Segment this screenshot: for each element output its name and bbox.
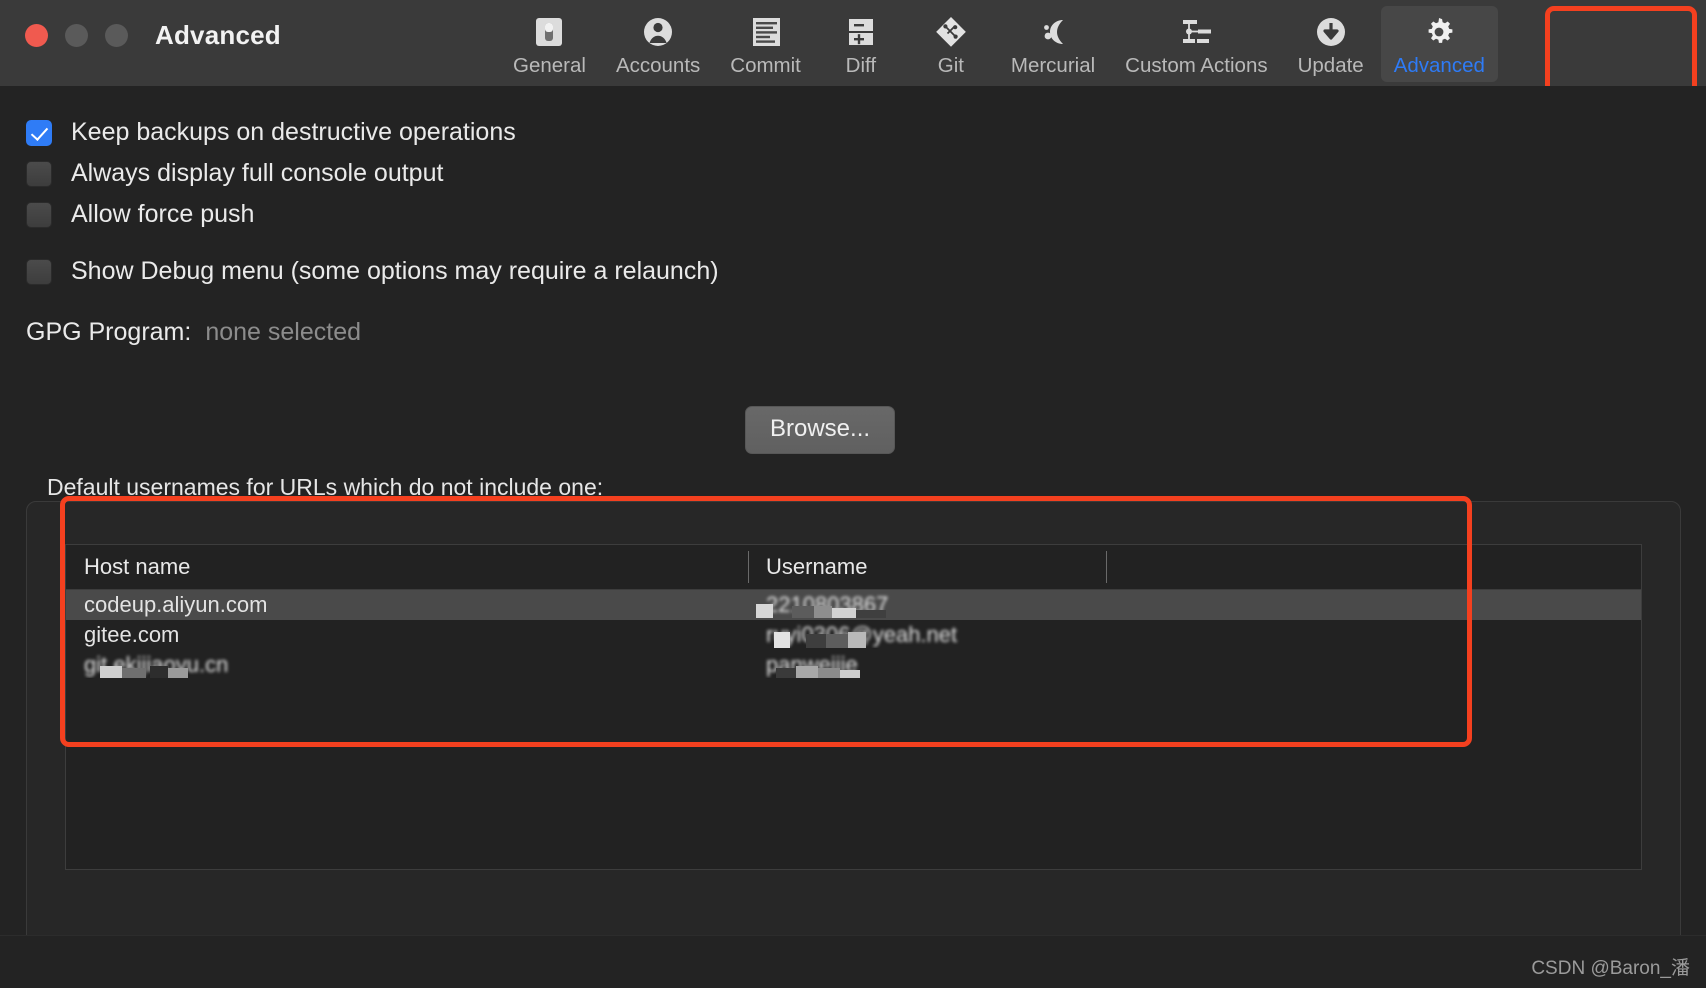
tab-mercurial[interactable]: Mercurial <box>998 6 1108 82</box>
tab-update-label: Update <box>1297 54 1364 77</box>
tab-general[interactable]: General <box>500 6 599 82</box>
tab-update[interactable]: Update <box>1285 6 1377 82</box>
tab-general-label: General <box>513 54 586 77</box>
checkbox-show-debug-menu[interactable]: Show Debug menu (some options may requir… <box>26 257 719 286</box>
tab-accounts[interactable]: Accounts <box>603 6 713 82</box>
column-header-username[interactable]: Username <box>748 545 1106 589</box>
cell-host-name-text: git.ekijiaoyu.cn <box>84 652 229 677</box>
checkbox-keep-backups[interactable]: Keep backups on destructive operations <box>26 118 516 147</box>
table-row[interactable]: codeup.aliyun.com 2210803867 <box>66 590 1641 620</box>
column-header-extra[interactable] <box>1106 545 1641 589</box>
git-icon <box>933 12 969 52</box>
usernames-panel: Host name Username codeup.aliyun.com 221… <box>26 501 1681 956</box>
close-window-button[interactable] <box>25 24 48 47</box>
checkbox-allow-force-push[interactable]: Allow force push <box>26 200 254 229</box>
tab-diff[interactable]: Diff <box>818 6 904 82</box>
checkbox-box[interactable] <box>26 160 52 187</box>
commit-icon <box>749 12 783 52</box>
usernames-caption: Default usernames for URLs which do not … <box>47 474 604 500</box>
table-row[interactable]: gitee.com ruyi0306@yeah.net <box>66 620 1641 650</box>
cell-username-text: 2210803867 <box>766 592 889 617</box>
gear-icon <box>1422 12 1456 52</box>
tab-commit-label: Commit <box>730 54 801 77</box>
checkbox-label: Allow force push <box>71 200 255 228</box>
browse-button[interactable]: Browse... <box>745 406 896 454</box>
tab-diff-label: Diff <box>845 54 877 77</box>
tab-accounts-label: Accounts <box>615 54 701 77</box>
cell-username-text: panweijie <box>766 652 858 677</box>
tab-mercurial-label: Mercurial <box>1010 54 1096 77</box>
tab-custom-actions[interactable]: Custom Actions <box>1112 6 1280 82</box>
checkbox-box[interactable] <box>26 258 52 285</box>
general-icon <box>532 12 566 52</box>
diff-icon <box>844 12 878 52</box>
window-titlebar: Advanced General Accounts Commit Diff Gi… <box>0 0 1706 103</box>
minimize-window-button[interactable] <box>65 24 88 47</box>
tab-advanced[interactable]: Advanced <box>1380 6 1498 82</box>
preferences-window: Advanced General Accounts Commit Diff Gi… <box>0 0 1706 988</box>
cell-host-name: codeup.aliyun.com <box>84 592 268 617</box>
tab-commit[interactable]: Commit <box>717 6 814 82</box>
update-icon <box>1314 12 1348 52</box>
watermark: CSDN @Baron_潘 <box>1531 958 1690 979</box>
tab-custom-actions-label: Custom Actions <box>1125 54 1268 77</box>
checkbox-always-display-console[interactable]: Always display full console output <box>26 159 443 188</box>
window-title: Advanced <box>155 20 281 50</box>
cell-host-name: git.ekijiaoyu.cn <box>66 652 748 678</box>
cell-username-text: ruyi0306@yeah.net <box>766 622 958 647</box>
custom-actions-icon <box>1178 12 1214 52</box>
tab-git[interactable]: Git <box>908 6 994 82</box>
cell-username: panweijie <box>748 652 1106 678</box>
mercurial-icon <box>1036 12 1070 52</box>
checkbox-box[interactable] <box>26 201 52 228</box>
table-row[interactable]: git.ekijiaoyu.cn panweijie <box>66 650 1641 680</box>
checkbox-label: Keep backups on destructive operations <box>71 118 516 146</box>
table-header-row: Host name Username <box>66 545 1641 590</box>
gpg-program-label: GPG Program: <box>26 318 192 346</box>
tab-git-label: Git <box>937 54 964 77</box>
accounts-icon <box>641 12 675 52</box>
gpg-program-row: GPG Program: none selected <box>26 318 361 347</box>
cell-host-name: gitee.com <box>84 622 180 647</box>
advanced-settings-pane: Keep backups on destructive operations A… <box>0 86 1706 988</box>
checkbox-box[interactable] <box>26 119 52 146</box>
window-bottom-bar <box>0 935 1706 988</box>
maximize-window-button[interactable] <box>105 24 128 47</box>
checkbox-label: Always display full console output <box>71 159 444 187</box>
checkbox-label: Show Debug menu (some options may requir… <box>71 257 719 285</box>
column-header-host-name[interactable]: Host name <box>66 545 748 589</box>
usernames-table[interactable]: Host name Username codeup.aliyun.com 221… <box>65 544 1642 870</box>
cell-username: 2210803867 <box>748 592 1106 618</box>
tab-advanced-label: Advanced <box>1393 54 1485 77</box>
cell-username: ruyi0306@yeah.net <box>748 622 1106 648</box>
traffic-lights <box>25 24 128 47</box>
gpg-program-value: none selected <box>205 318 362 346</box>
preferences-toolbar: General Accounts Commit Diff Git Mercuri… <box>498 2 1500 86</box>
